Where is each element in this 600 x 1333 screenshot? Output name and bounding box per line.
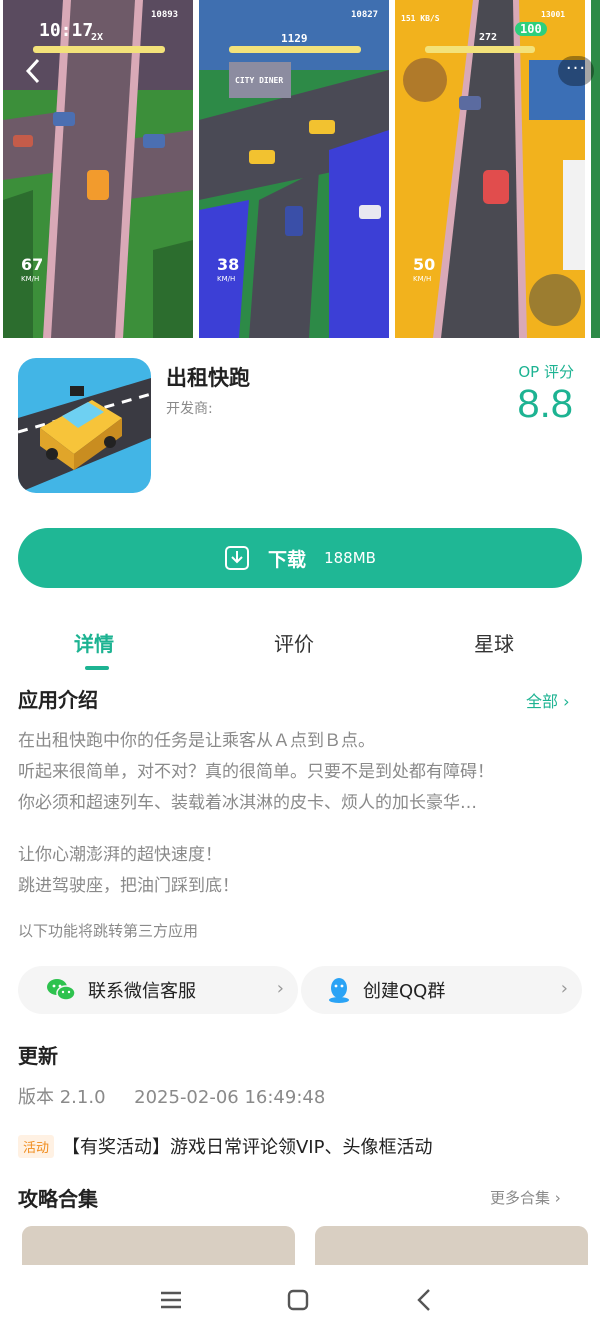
screenshot-network-rate: 151 KB/S bbox=[401, 14, 440, 23]
screenshot-counter: 272 bbox=[479, 32, 498, 43]
screenshot-billboard: CITY DINER bbox=[235, 76, 284, 85]
chevron-right-icon: › bbox=[276, 978, 284, 999]
menu-icon[interactable] bbox=[154, 1283, 188, 1317]
intro-line-3: 你必须和超速列车、装载着冰淇淋的皮卡、烦人的加长豪华… bbox=[18, 793, 477, 813]
guides-title: 攻略合集 bbox=[18, 1187, 98, 1211]
intro-line-1: 在出租快跑中你的任务是让乘客从Ａ点到Ｂ点。 bbox=[18, 731, 375, 751]
intro-line-4: 让你心潮澎湃的超快速度！ bbox=[18, 845, 222, 865]
screenshot-carousel[interactable]: 10:17 10893 2X 67 KM/H 10827 1129 CITY DI… bbox=[0, 0, 600, 338]
event-badge: 活动 bbox=[18, 1135, 55, 1158]
intro-all-link[interactable]: 全部 › bbox=[526, 688, 570, 712]
back-button[interactable] bbox=[22, 56, 52, 86]
screenshot-3[interactable]: 151 KB/S 100 13001 272 50 KM/H bbox=[395, 0, 585, 338]
app-name: 出租快跑 bbox=[166, 366, 250, 390]
screenshot-counter: 2X bbox=[91, 32, 104, 43]
screenshot-1[interactable]: 10:17 10893 2X 67 KM/H bbox=[3, 0, 193, 338]
screenshot-coins: 10893 bbox=[151, 10, 179, 20]
rating-label: OP 评分 bbox=[518, 363, 574, 381]
tab-bar: 详情 评价 星球 bbox=[0, 620, 600, 672]
guides-more-link[interactable]: 更多合集 › bbox=[490, 1187, 561, 1208]
home-icon[interactable] bbox=[281, 1283, 315, 1317]
screenshot-speed: 67 KM/H bbox=[21, 255, 44, 284]
screenshot-4-peek[interactable] bbox=[591, 0, 600, 338]
tab-planet[interactable]: 星球 bbox=[474, 628, 514, 657]
intro-line-5: 跳进驾驶座，把油门踩到底！ bbox=[18, 876, 239, 896]
more-options-button[interactable]: ··· bbox=[558, 56, 594, 86]
intro-title: 应用介绍 bbox=[18, 688, 98, 712]
wechat-service-button[interactable]: 联系微信客服 › bbox=[18, 966, 298, 1014]
screenshot-time: 10:17 bbox=[39, 20, 94, 41]
qq-group-label: 创建QQ群 bbox=[363, 981, 446, 1002]
wechat-icon bbox=[47, 979, 76, 1001]
version-info: 版本 2.1.0 2025-02-06 16:49:48 bbox=[18, 1087, 326, 1108]
screenshot-counter: 1129 bbox=[281, 32, 308, 45]
screenshot-coins: 13001 bbox=[541, 10, 566, 19]
developer-label: 开发商: bbox=[166, 401, 213, 417]
third-party-note: 以下功能将跳转第三方应用 bbox=[18, 922, 199, 940]
intro-line-2: 听起来很简单，对不对？真的很简单。只要不是到处都有障碍！ bbox=[18, 762, 494, 782]
screenshot-2[interactable]: 10827 1129 CITY DINER 38 KM/H bbox=[199, 0, 389, 338]
qq-icon bbox=[329, 978, 349, 1003]
event-link[interactable]: 【有奖活动】游戏日常评论领VIP、头像框活动 bbox=[62, 1133, 432, 1159]
qq-group-button[interactable]: 创建QQ群 › bbox=[301, 966, 582, 1014]
screenshot-coins: 10827 bbox=[351, 10, 379, 20]
download-size: 188MB bbox=[324, 549, 376, 567]
tab-details[interactable]: 详情 bbox=[74, 628, 114, 657]
chevron-right-icon: › bbox=[560, 978, 568, 999]
screenshot-battery: 100 bbox=[515, 22, 547, 36]
tab-reviews[interactable]: 评价 bbox=[274, 628, 314, 657]
download-button[interactable]: 下载 188MB bbox=[18, 528, 582, 588]
screenshot-speed: 38 KM/H bbox=[217, 255, 240, 284]
chevron-left-icon bbox=[25, 58, 40, 84]
system-navigation-bar bbox=[0, 1265, 600, 1333]
download-label: 下载 bbox=[268, 548, 307, 571]
screenshot-speed: 50 KM/H bbox=[413, 255, 436, 284]
download-icon bbox=[225, 546, 250, 570]
wechat-service-label: 联系微信客服 bbox=[88, 981, 196, 1002]
update-title: 更新 bbox=[18, 1044, 58, 1068]
back-nav-icon[interactable] bbox=[408, 1283, 442, 1317]
tab-indicator bbox=[85, 666, 109, 670]
rating-value: 8.8 bbox=[517, 382, 573, 426]
app-icon bbox=[18, 358, 151, 493]
